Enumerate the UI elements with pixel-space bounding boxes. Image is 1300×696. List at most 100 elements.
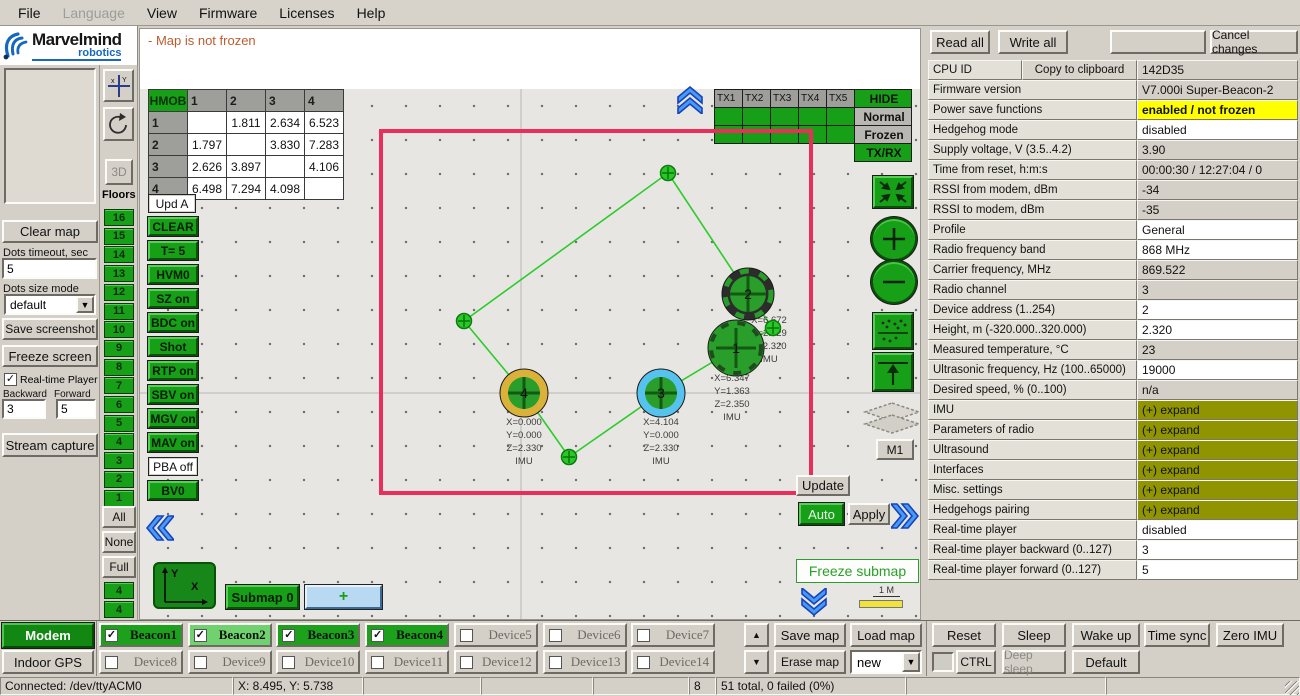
property-value[interactable]: (+) expand <box>1137 420 1298 440</box>
dropdown-arrow-icon[interactable]: ▼ <box>902 652 920 672</box>
realtime-player-checkbox[interactable]: ✓ <box>4 373 17 386</box>
map-button-shot[interactable]: Shot <box>148 337 198 356</box>
floor-button-15[interactable]: 15 <box>104 228 134 245</box>
tab-checkbox[interactable]: ✓ <box>105 629 118 642</box>
read-all-button[interactable]: Read all <box>930 30 990 54</box>
auto-button[interactable]: Auto <box>799 503 844 525</box>
ctrl-button[interactable]: CTRL <box>956 650 996 674</box>
tx-cell[interactable] <box>714 107 743 126</box>
rotate-map-button[interactable] <box>103 107 134 141</box>
floor-button-12[interactable]: 12 <box>104 284 134 301</box>
modem-tab[interactable]: Modem <box>2 623 94 648</box>
tab-checkbox[interactable] <box>460 629 473 642</box>
property-value[interactable]: (+) expand <box>1137 440 1298 460</box>
center-axes-button[interactable]: xY <box>103 69 134 102</box>
wake-up-button[interactable]: Wake up <box>1072 623 1140 647</box>
save-screenshot-button[interactable]: Save screenshot <box>2 318 98 340</box>
tab-device8[interactable]: Device8 <box>99 650 183 674</box>
tab-checkbox[interactable] <box>371 656 384 669</box>
distance-cell[interactable] <box>188 112 227 134</box>
tab-device9[interactable]: Device9 <box>188 650 272 674</box>
submap-tab[interactable]: Submap 0 <box>226 585 299 609</box>
tab-checkbox[interactable] <box>637 656 650 669</box>
property-value[interactable]: (+) expand <box>1137 460 1298 480</box>
write-all-button[interactable]: Write all <box>998 30 1068 54</box>
map-button-clear[interactable]: CLEAR <box>148 217 198 236</box>
floor-button-10[interactable]: 10 <box>104 321 134 338</box>
tab-beacon1[interactable]: ✓Beacon1 <box>99 623 183 647</box>
tab-checkbox[interactable]: ✓ <box>282 629 295 642</box>
tx-cell[interactable] <box>798 107 827 126</box>
property-value[interactable]: 19000 <box>1137 360 1298 380</box>
distance-cell[interactable]: 7.294 <box>227 178 266 200</box>
tab-beacon3[interactable]: ✓Beacon3 <box>276 623 360 647</box>
realtime-player-toggle[interactable]: ✓ Real-time Player <box>4 373 98 386</box>
floor-button-16[interactable]: 16 <box>104 209 134 226</box>
property-value[interactable]: (+) expand <box>1137 480 1298 500</box>
distance-cell[interactable]: 4.106 <box>305 156 344 178</box>
tab-checkbox[interactable] <box>194 656 207 669</box>
property-value[interactable]: 23 <box>1137 340 1298 360</box>
tab-device14[interactable]: Device14 <box>631 650 715 674</box>
expand-right-icon[interactable] <box>891 501 921 531</box>
distance-cell[interactable] <box>305 178 344 200</box>
property-value[interactable]: 2.320 <box>1137 320 1298 340</box>
distance-cell[interactable]: 2.634 <box>266 112 305 134</box>
distance-cell[interactable] <box>227 134 266 156</box>
distance-cell[interactable]: 7.283 <box>305 134 344 156</box>
map-button-hvm0[interactable]: HVM0 <box>148 265 198 284</box>
tab-checkbox[interactable] <box>549 656 562 669</box>
tab-checkbox[interactable] <box>549 629 562 642</box>
distance-cell[interactable]: 2.626 <box>188 156 227 178</box>
stream-capture-button[interactable]: Stream capture <box>2 433 98 457</box>
menu-language[interactable]: Language <box>53 2 135 24</box>
property-value[interactable]: 5 <box>1137 560 1298 580</box>
expand-left-icon[interactable] <box>144 513 174 543</box>
tx-cell[interactable] <box>826 107 855 126</box>
property-value[interactable]: 3 <box>1137 540 1298 560</box>
property-value[interactable]: 00:00:30 / 12:27:04 / 0 <box>1137 160 1298 180</box>
freeze-screen-button[interactable]: Freeze screen <box>2 345 98 367</box>
fit-view-button[interactable] <box>873 176 913 208</box>
map-button-mav-on[interactable]: MAV on <box>148 433 198 452</box>
menu-licenses[interactable]: Licenses <box>269 2 344 24</box>
tab-device13[interactable]: Device13 <box>543 650 627 674</box>
dropdown-arrow-icon[interactable]: ▼ <box>76 296 94 313</box>
floor-button-4[interactable]: 4 <box>104 433 134 450</box>
property-value[interactable]: 2 <box>1137 300 1298 320</box>
map-button-mgv-on[interactable]: MGV on <box>148 409 198 428</box>
property-value[interactable]: disabled <box>1137 520 1298 540</box>
dots-size-mode-select[interactable]: default ▼ <box>4 294 96 315</box>
update-axes-button[interactable]: Upd A <box>148 194 196 213</box>
menu-file[interactable]: File <box>8 2 51 24</box>
floor-button-14[interactable]: 14 <box>104 246 134 263</box>
floor-extra-button[interactable]: 4 <box>104 582 134 599</box>
tab-device11[interactable]: Device11 <box>365 650 449 674</box>
property-value[interactable]: n/a <box>1137 380 1298 400</box>
property-value[interactable]: 868 MHz <box>1137 240 1298 260</box>
map-button-rtp-on[interactable]: RTP on <box>148 361 198 380</box>
apply-button[interactable]: Apply <box>848 503 890 525</box>
tabs-scroll-down-button[interactable]: ▼ <box>744 650 769 674</box>
floors-all-button[interactable]: All <box>102 506 136 528</box>
tx-side-hide[interactable]: HIDE <box>854 89 912 108</box>
map-button-bv0[interactable]: BV0 <box>148 481 198 500</box>
backward-input[interactable] <box>2 399 46 419</box>
map-button-sz-on[interactable]: SZ on <box>148 289 198 308</box>
zoom-in-button[interactable] <box>871 217 917 261</box>
show-dots-button[interactable] <box>873 313 913 349</box>
property-value[interactable]: (+) expand <box>1137 400 1298 420</box>
update-button[interactable]: Update <box>796 475 850 496</box>
layers-icon[interactable] <box>863 401 921 437</box>
tab-checkbox[interactable] <box>637 629 650 642</box>
floor-button-6[interactable]: 6 <box>104 396 134 413</box>
map-select-dropdown[interactable]: new ▼ <box>850 650 922 674</box>
m1-button[interactable]: M1 <box>876 439 914 460</box>
add-submap-button[interactable]: + <box>305 585 382 609</box>
reset-button[interactable]: Reset <box>932 623 996 647</box>
map-button-sbv-on[interactable]: SBV on <box>148 385 198 404</box>
expand-up-icon[interactable] <box>675 84 705 114</box>
floor-button-8[interactable]: 8 <box>104 359 134 376</box>
erase-map-button[interactable]: Erase map <box>774 650 846 674</box>
copy-to-clipboard-button[interactable]: Copy to clipboard <box>1022 60 1137 80</box>
